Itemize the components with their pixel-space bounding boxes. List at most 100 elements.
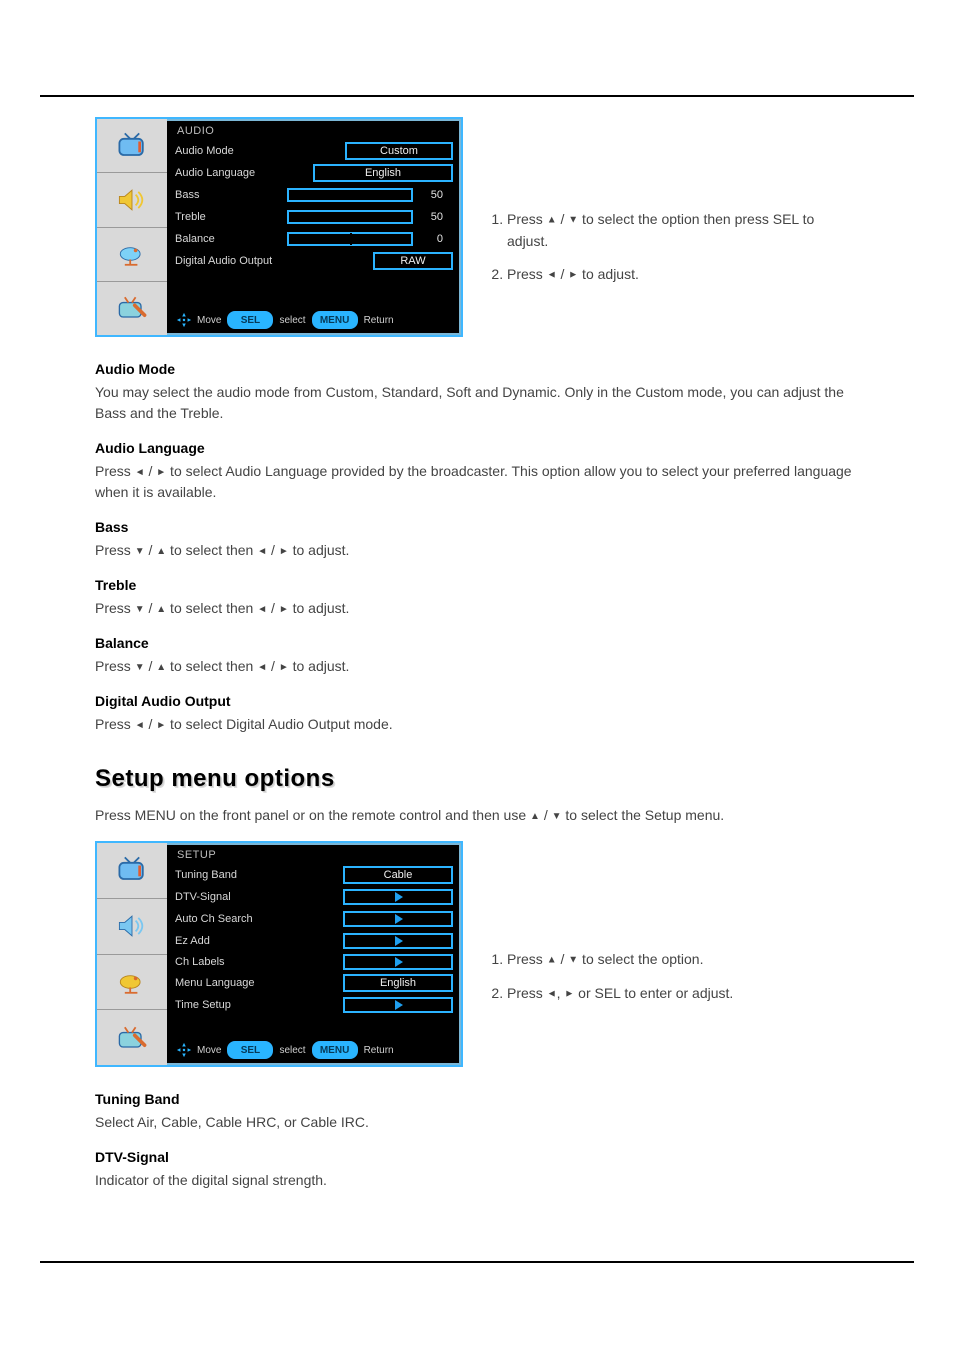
label-audio-mode: Audio Mode <box>175 145 287 157</box>
bottom-rule <box>40 1261 914 1263</box>
def-dao: Digital Audio Output Press ◄ / ► to sele… <box>95 691 859 735</box>
audio-osd-main: AUDIO Audio Mode Custom Audio Language E… <box>167 119 461 335</box>
row-balance[interactable]: Balance 0 <box>167 228 461 250</box>
audio-definitions: Audio Mode You may select the audio mode… <box>95 359 859 735</box>
footer-select: select <box>279 1045 305 1056</box>
tv-icon <box>114 131 150 161</box>
row-dao[interactable]: Digital Audio Output RAW <box>167 250 461 272</box>
footer-menu-pill: MENU <box>312 1041 358 1059</box>
audio-osd-panel: AUDIO Audio Mode Custom Audio Language E… <box>95 117 463 337</box>
def-treble: Treble Press ▼ / ▲ to select then ◄ / ► … <box>95 575 859 619</box>
row-audio-language[interactable]: Audio Language English <box>167 162 461 184</box>
speaker-icon <box>114 185 150 215</box>
arrow-up-icon: ▲ <box>547 955 557 966</box>
row-dtv-signal[interactable]: DTV-Signal <box>167 886 461 908</box>
t: or SEL to enter or adjust. <box>574 985 733 1001</box>
arrow-left-icon: ◄ <box>257 604 267 615</box>
value-dao: RAW <box>373 252 453 270</box>
t: You may select the audio mode from Custo… <box>95 384 844 421</box>
setup-definitions: Tuning Band Select Air, Cable, Cable HRC… <box>95 1089 859 1191</box>
def-audio-language: Audio Language Press ◄ / ► to select Aud… <box>95 438 859 503</box>
l: Audio Mode <box>95 359 859 380</box>
arrow-left-icon: ◄ <box>547 988 557 999</box>
value-audio-mode: Custom <box>345 142 453 160</box>
row-ez-add[interactable]: Ez Add <box>167 930 461 952</box>
page-content: AUDIO Audio Mode Custom Audio Language E… <box>40 97 914 1191</box>
arrow-right-icon: ► <box>279 604 289 615</box>
arrow-right-icon: ► <box>156 720 166 731</box>
value-auto-ch <box>343 911 453 927</box>
audio-step-1: Press ▲ / ▼ to select the option then pr… <box>507 209 859 252</box>
label-bass: Bass <box>175 189 287 201</box>
osd-sidebar <box>97 119 167 335</box>
t: Select Air, Cable, Cable HRC, or Cable I… <box>95 1114 369 1130</box>
treble-value: 50 <box>417 211 443 223</box>
footer-return: Return <box>364 315 394 326</box>
t: Press <box>95 600 135 616</box>
t: Indicator of the digital signal strength… <box>95 1172 327 1188</box>
footer-menu-pill: MENU <box>312 311 358 329</box>
t: to select the option. <box>578 951 703 967</box>
l: Bass <box>95 517 859 538</box>
arrow-down-icon: ▼ <box>568 215 578 226</box>
t: Press <box>95 463 135 479</box>
value-menu-language: English <box>343 974 453 992</box>
t: Press MENU on the front panel or on the … <box>95 807 530 823</box>
row-auto-ch[interactable]: Auto Ch Search <box>167 908 461 930</box>
label-auto-ch: Auto Ch Search <box>175 913 287 925</box>
sidebar-picture-icon <box>97 119 167 173</box>
label-tuning-band: Tuning Band <box>175 869 287 881</box>
audio-row: AUDIO Audio Mode Custom Audio Language E… <box>95 117 859 337</box>
label-ez-add: Ez Add <box>175 935 287 947</box>
arrow-right-icon: ► <box>279 546 289 557</box>
treble-slider[interactable] <box>287 210 413 224</box>
setup-osd-main: SETUP Tuning Band Cable DTV-Signal Auto … <box>167 843 461 1065</box>
arrow-up-icon: ▲ <box>156 546 166 557</box>
t: to select then <box>166 600 257 616</box>
setup-step-1: Press ▲ / ▼ to select the option. <box>507 949 859 971</box>
play-arrow-icon <box>395 914 403 924</box>
def-tuning-band: Tuning Band Select Air, Cable, Cable HRC… <box>95 1089 859 1133</box>
footer-move: Move <box>197 1045 221 1056</box>
t: to select the option then press <box>578 211 773 227</box>
sidebar-setup-icon <box>97 955 167 1011</box>
row-bass[interactable]: Bass 50 <box>167 184 461 206</box>
setup-osd-footer: Move SEL select MENU Return <box>167 1035 461 1065</box>
label-dtv-signal: DTV-Signal <box>175 891 287 903</box>
footer-sel-pill: SEL <box>227 311 273 329</box>
t: Press <box>95 542 135 558</box>
arrow-up-icon: ▲ <box>156 662 166 673</box>
arrow-down-icon: ▼ <box>135 604 145 615</box>
row-ch-labels[interactable]: Ch Labels <box>167 952 461 972</box>
row-audio-mode[interactable]: Audio Mode Custom <box>167 140 461 162</box>
label-ch-labels: Ch Labels <box>175 956 287 968</box>
play-arrow-icon <box>395 936 403 946</box>
balance-slider[interactable] <box>287 232 413 246</box>
t: to adjust. <box>289 542 350 558</box>
setup-osd-header: SETUP <box>167 843 461 864</box>
l: Digital Audio Output <box>95 691 859 712</box>
arrow-up-icon: ▲ <box>156 604 166 615</box>
row-tuning-band[interactable]: Tuning Band Cable <box>167 864 461 886</box>
arrow-right-icon: ► <box>568 270 578 281</box>
value-ez-add <box>343 933 453 949</box>
row-time-setup[interactable]: Time Setup <box>167 994 461 1016</box>
l: DTV-Signal <box>95 1147 859 1168</box>
t: to select Digital Audio Output mode. <box>166 716 392 732</box>
value-dtv-signal <box>343 889 453 905</box>
def-bass: Bass Press ▼ / ▲ to select then ◄ / ► to… <box>95 517 859 561</box>
arrow-left-icon: ◄ <box>135 720 145 731</box>
setup-section-title: Setup menu options <box>95 765 859 793</box>
play-arrow-icon <box>395 1000 403 1010</box>
row-treble[interactable]: Treble 50 <box>167 206 461 228</box>
play-arrow-icon <box>395 957 403 967</box>
value-audio-language: English <box>313 164 453 182</box>
row-menu-language[interactable]: Menu Language English <box>167 972 461 994</box>
bass-slider[interactable] <box>287 188 413 202</box>
sidebar-picture-icon <box>97 843 167 899</box>
label-dao: Digital Audio Output <box>175 255 305 267</box>
arrow-left-icon: ◄ <box>547 270 557 281</box>
def-balance: Balance Press ▼ / ▲ to select then ◄ / ►… <box>95 633 859 677</box>
sidebar-audio-icon <box>97 899 167 955</box>
play-arrow-icon <box>395 892 403 902</box>
